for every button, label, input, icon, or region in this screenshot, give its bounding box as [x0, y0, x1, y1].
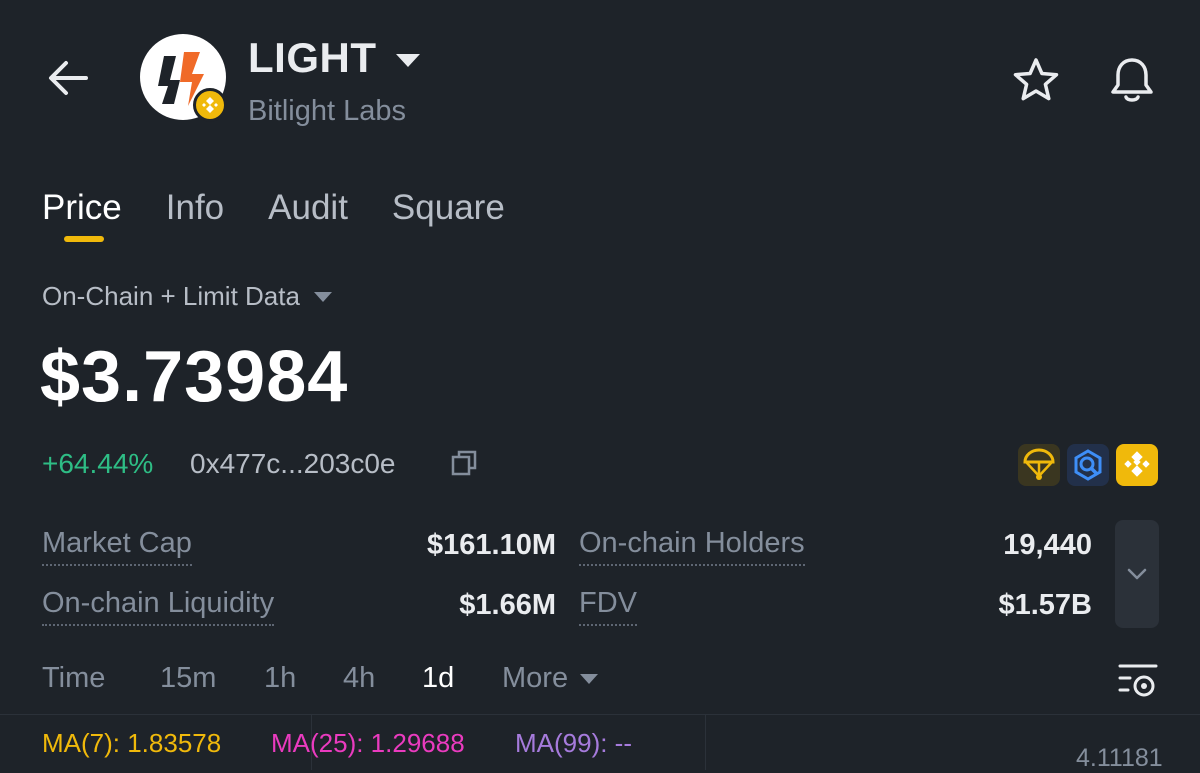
- data-source-label: On-Chain + Limit Data: [42, 281, 300, 311]
- interval-more-dropdown[interactable]: More: [502, 662, 599, 695]
- price-axis-label: 4.11181: [1076, 744, 1163, 772]
- tab-audit[interactable]: Audit: [268, 188, 348, 228]
- interval-15m[interactable]: 15m: [160, 662, 216, 695]
- liquidity-value: $1.66M: [459, 589, 556, 621]
- contract-address[interactable]: 0x477c...203c0e: [190, 448, 396, 480]
- search-audit-icon: [1074, 449, 1102, 481]
- bnb-icon: [1124, 451, 1150, 477]
- tab-info[interactable]: Info: [166, 188, 224, 228]
- copy-button[interactable]: [449, 448, 479, 478]
- ma99-indicator: MA(99): --: [515, 728, 632, 758]
- audit-badge[interactable]: [1067, 444, 1109, 486]
- star-icon: [1013, 58, 1059, 101]
- price-change: +64.44%: [42, 448, 154, 479]
- chart-settings-icon: [1118, 664, 1158, 697]
- expand-stats-button[interactable]: [1115, 520, 1159, 628]
- fdv-label[interactable]: FDV: [579, 587, 637, 626]
- bell-icon: [1111, 58, 1153, 102]
- fdv-value: $1.57B: [998, 589, 1092, 621]
- token-name: LIGHT: [248, 34, 377, 81]
- grid-line: [705, 715, 706, 770]
- interval-4h[interactable]: 4h: [343, 662, 375, 695]
- caret-down-icon: [313, 291, 332, 302]
- caret-down-icon: [580, 673, 599, 684]
- chart-settings-button[interactable]: [1116, 660, 1160, 700]
- token-project-name: Bitlight Labs: [248, 95, 406, 127]
- market-cap-label[interactable]: Market Cap: [42, 527, 192, 566]
- interval-1d[interactable]: 1d: [422, 662, 454, 695]
- ma7-indicator: MA(7): 1.83578: [42, 728, 222, 758]
- favorite-button[interactable]: [1010, 54, 1062, 106]
- current-price: $3.73984: [40, 337, 349, 417]
- holders-value: 19,440: [1003, 529, 1092, 561]
- alert-button[interactable]: [1104, 52, 1160, 108]
- token-selector[interactable]: LIGHT: [248, 34, 421, 82]
- market-cap-value: $161.10M: [427, 529, 556, 561]
- interval-time[interactable]: Time: [42, 662, 105, 695]
- interval-more-label: More: [502, 662, 569, 694]
- tab-square[interactable]: Square: [392, 188, 505, 228]
- holders-label[interactable]: On-chain Holders: [579, 527, 805, 566]
- data-source-dropdown[interactable]: On-Chain + Limit Data: [42, 281, 332, 312]
- chart-divider: [0, 714, 1200, 715]
- back-arrow-icon: [49, 61, 88, 95]
- bnb-badge[interactable]: [1116, 444, 1158, 486]
- tab-bar: Price Info Audit Square: [42, 188, 505, 242]
- liquidity-label[interactable]: On-chain Liquidity: [42, 587, 275, 626]
- tab-price[interactable]: Price: [42, 188, 122, 242]
- chevron-down-icon: [1127, 568, 1147, 580]
- bnb-chain-badge-icon: [193, 88, 227, 122]
- chevron-down-icon: [396, 53, 421, 67]
- ma25-indicator: MA(25): 1.29688: [271, 728, 465, 758]
- parachute-icon: [1023, 448, 1055, 480]
- back-button[interactable]: [40, 52, 96, 104]
- parachute-badge[interactable]: [1018, 444, 1060, 486]
- copy-icon: [451, 450, 477, 476]
- interval-1h[interactable]: 1h: [264, 662, 296, 695]
